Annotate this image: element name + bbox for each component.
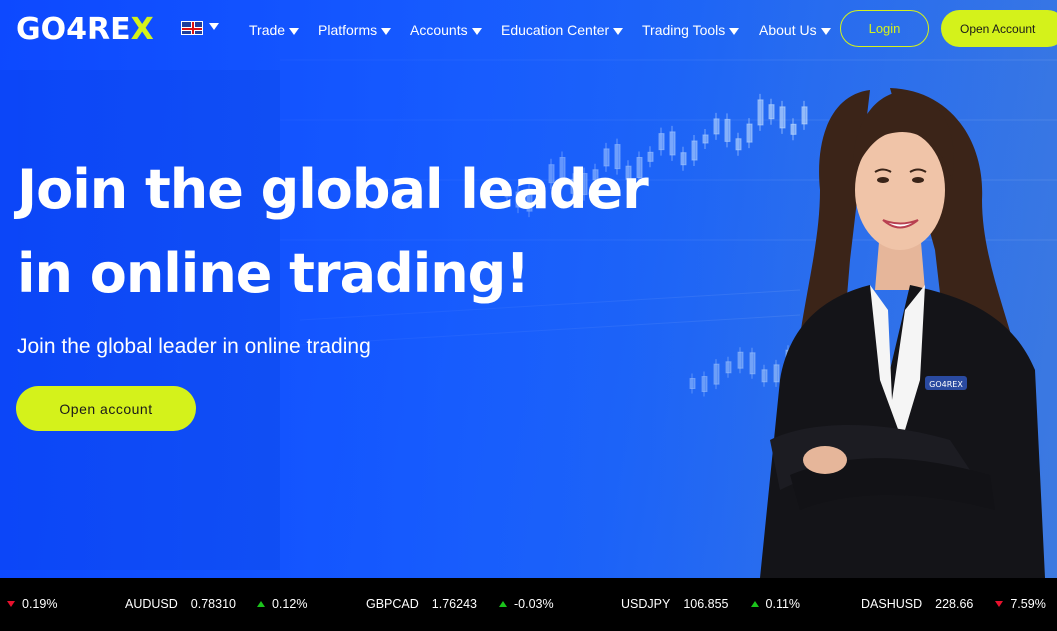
arrow-up-icon <box>498 601 507 607</box>
ticker-item[interactable]: AUDUSD 0.78310 0.12% <box>125 597 307 611</box>
woman-photo: GO4REX <box>760 88 1045 578</box>
chevron-down-icon <box>289 28 300 35</box>
hero-headline: Join the global leader in online trading… <box>17 148 737 316</box>
nav-about-label: About Us <box>759 22 817 38</box>
chevron-down-icon <box>729 28 740 35</box>
login-button[interactable]: Login <box>840 10 929 47</box>
ticker-change: 0.12% <box>271 597 308 611</box>
nav-platforms[interactable]: Platforms <box>318 22 392 38</box>
ticker-item[interactable]: 0.19% <box>7 597 57 611</box>
chevron-down-icon <box>613 28 624 35</box>
logo-text: GO4RE <box>16 12 131 47</box>
hero-subheadline: Join the global leader in online trading <box>17 335 371 358</box>
ticker-item[interactable]: GBPCAD 1.76243 -0.03% <box>366 597 554 611</box>
ticker-price: 1.76243 <box>431 597 477 611</box>
nav-education-label: Education Center <box>501 22 610 38</box>
nav-accounts-label: Accounts <box>410 22 468 38</box>
language-dropdown-icon[interactable] <box>209 23 219 30</box>
price-ticker: 0.19% AUDUSD 0.78310 0.12% GBPCAD 1.7624… <box>0 578 1057 631</box>
uk-flag-icon[interactable] <box>181 21 203 35</box>
ticker-change: 0.11% <box>765 597 801 611</box>
ticker-price: 106.855 <box>683 597 729 611</box>
headline-line-1: Join the global leader <box>17 158 649 221</box>
ticker-symbol: AUDUSD <box>125 597 178 611</box>
ticker-price: 0.78310 <box>190 597 236 611</box>
nav-education-center[interactable]: Education Center <box>501 22 624 38</box>
chevron-down-icon <box>820 28 831 35</box>
jacket-badge: GO4REX <box>929 380 963 389</box>
open-account-cta-button[interactable]: Open account <box>16 386 196 431</box>
headline-line-2: in online trading! <box>17 242 530 305</box>
arrow-down-icon <box>995 601 1004 607</box>
nav-trade-label: Trade <box>249 22 286 38</box>
arrow-up-icon <box>750 601 759 607</box>
ticker-symbol: USDJPY <box>621 597 671 611</box>
ticker-item[interactable]: USDJPY 106.855 0.11% <box>621 597 800 611</box>
open-account-header-button[interactable]: Open Account <box>941 10 1057 47</box>
ticker-change: 7.59% <box>1010 597 1046 611</box>
nav-trading-tools-label: Trading Tools <box>642 22 726 38</box>
ticker-symbol: DASHUSD <box>861 597 923 611</box>
nav-trade[interactable]: Trade <box>249 22 300 38</box>
ticker-price: 228.66 <box>935 597 974 611</box>
logo[interactable]: GO4RE X <box>16 12 154 47</box>
ticker-symbol: GBPCAD <box>366 597 419 611</box>
arrow-up-icon <box>256 601 265 607</box>
chevron-down-icon <box>471 28 482 35</box>
arrow-down-icon <box>7 601 15 607</box>
nav-about-us[interactable]: About Us <box>759 22 831 38</box>
site-header: GO4RE X Trade Platforms Accounts Educatio… <box>0 0 1057 60</box>
ticker-change: 0.19% <box>22 597 58 611</box>
nav-accounts[interactable]: Accounts <box>410 22 482 38</box>
ticker-change: -0.03% <box>513 597 554 611</box>
chevron-down-icon <box>381 28 392 35</box>
nav-trading-tools[interactable]: Trading Tools <box>642 22 740 38</box>
nav-platforms-label: Platforms <box>318 22 378 38</box>
logo-x: X <box>130 12 154 47</box>
ticker-item[interactable]: DASHUSD 228.66 7.59% <box>861 597 1046 611</box>
